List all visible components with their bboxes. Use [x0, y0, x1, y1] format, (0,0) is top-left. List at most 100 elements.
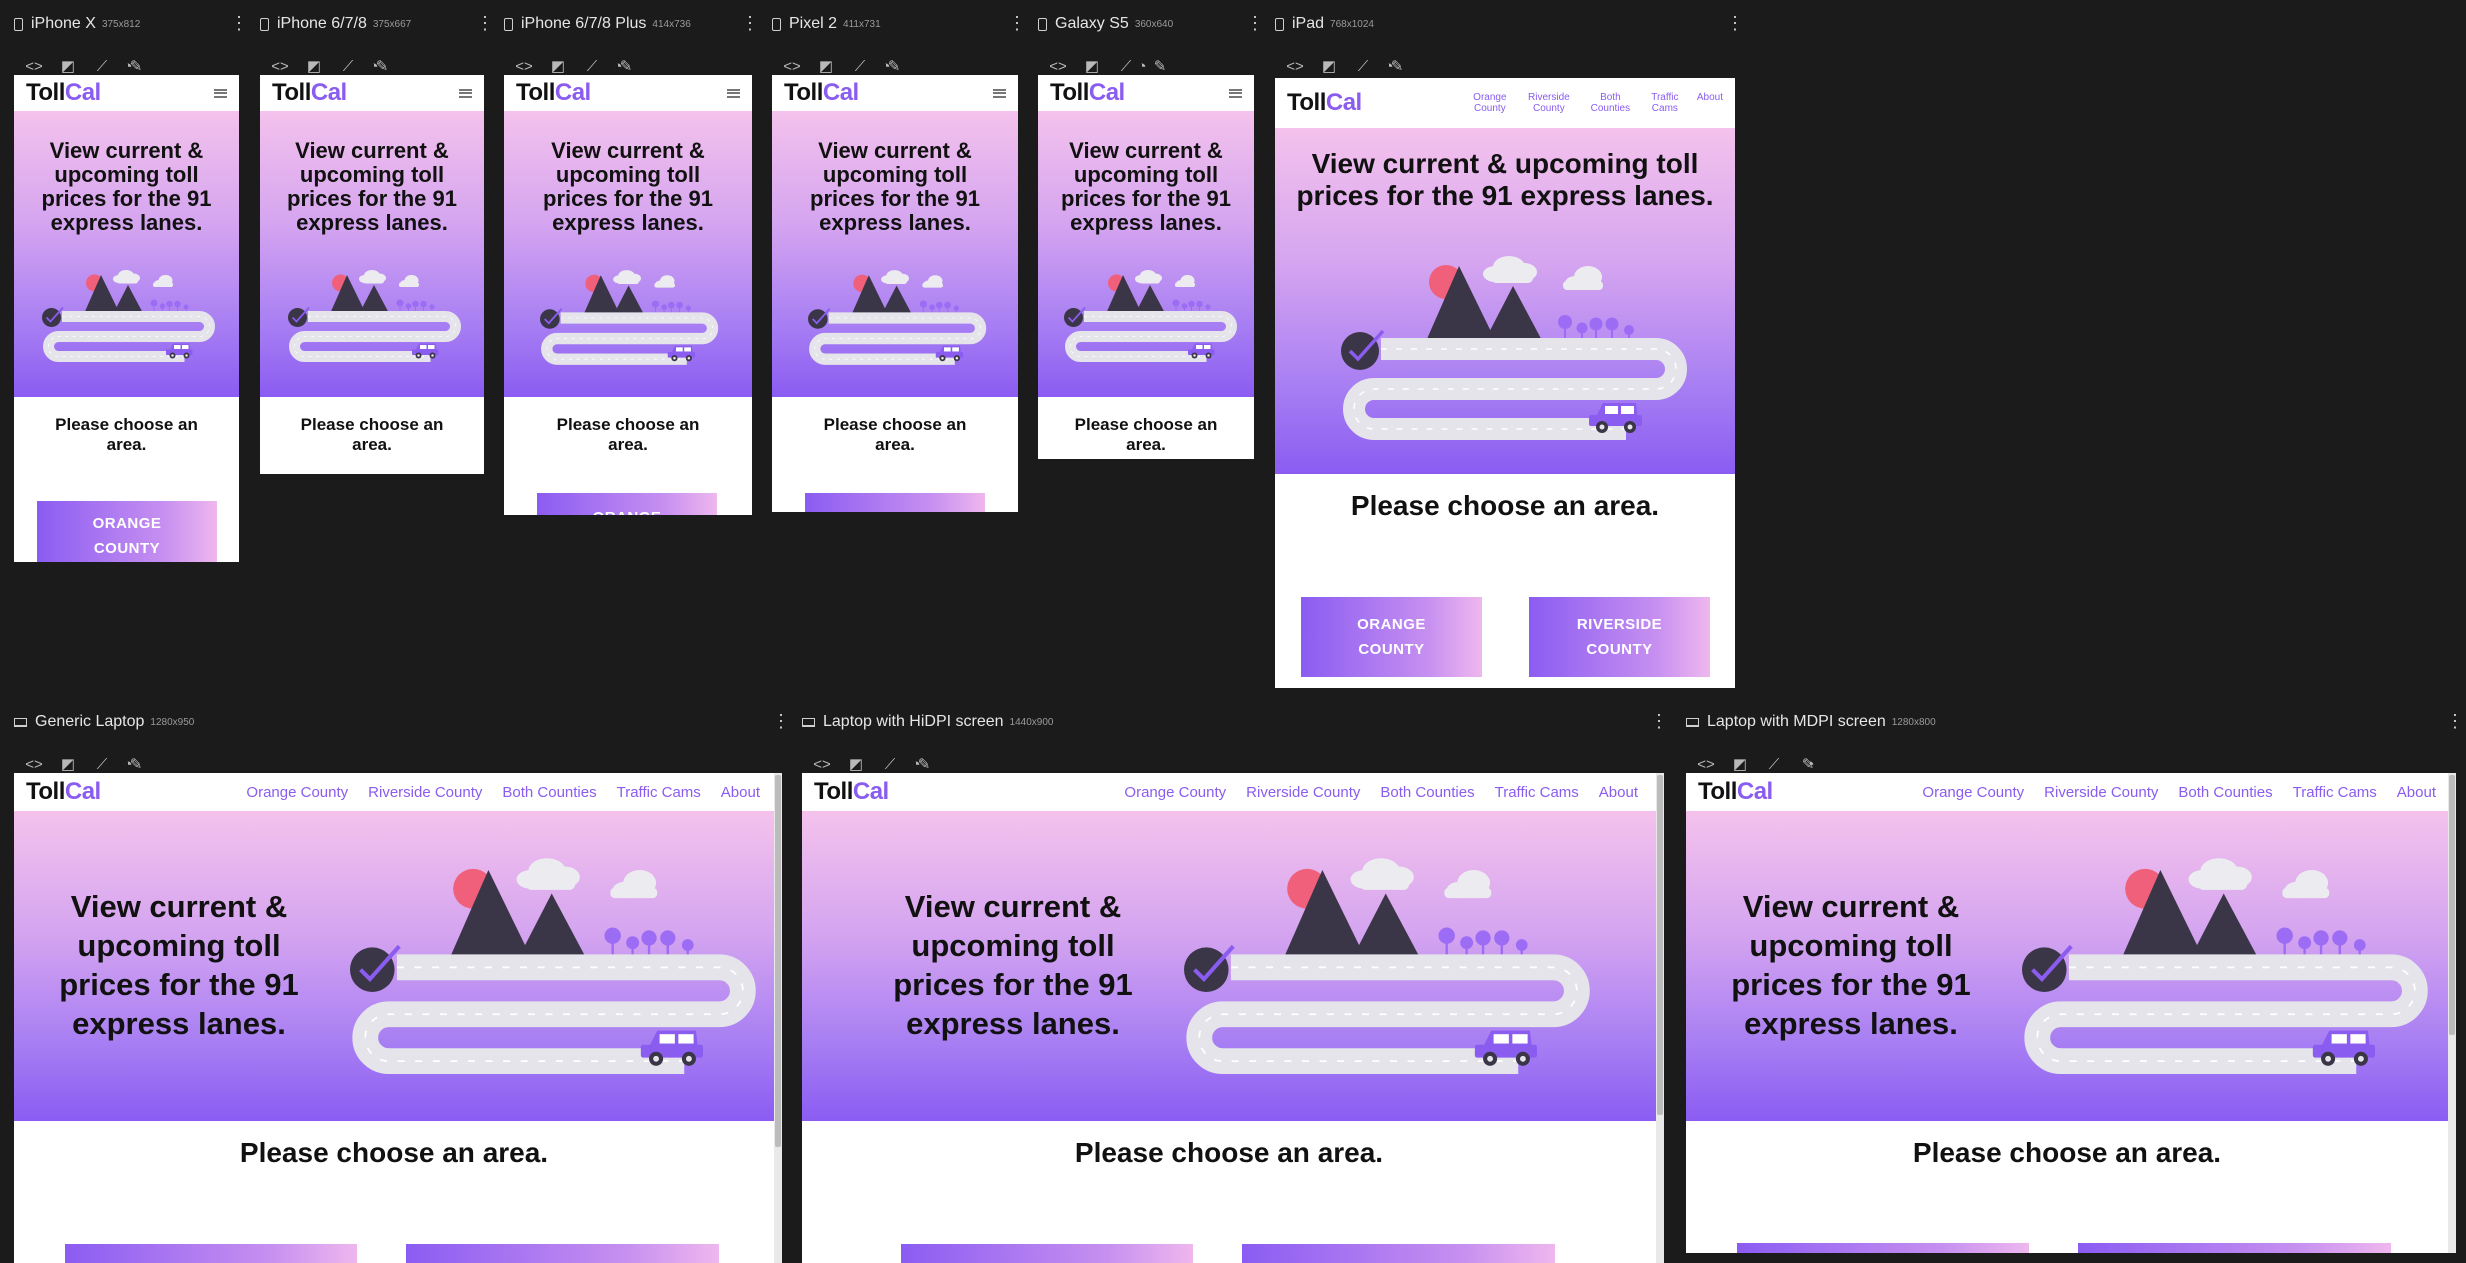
logo[interactable]: TollCal [26, 778, 101, 806]
eyedropper-icon[interactable]: ⟋ [92, 756, 112, 773]
screenshot-icon[interactable]: ◩ [304, 57, 324, 75]
nav-orange-county[interactable]: Orange County [1922, 784, 2024, 801]
logo[interactable]: TollCal [1287, 89, 1362, 117]
device-menu-icon[interactable] [1008, 14, 1012, 32]
nav-riverside-county[interactable]: Riverside County [368, 784, 482, 801]
code-icon[interactable]: <> [24, 756, 44, 773]
scrollbar-thumb[interactable] [775, 775, 781, 1147]
nav-about[interactable]: About [1599, 784, 1638, 801]
logo[interactable]: TollCal [1698, 778, 1773, 806]
nav-about[interactable]: About [2397, 784, 2436, 801]
eyedropper-icon[interactable]: ⟋ [1764, 756, 1784, 773]
nav-both-counties[interactable]: Both Counties [502, 784, 596, 801]
hamburger-menu-icon[interactable] [459, 88, 472, 98]
screenshot-icon[interactable]: ◩ [1730, 755, 1750, 773]
eyedropper-icon[interactable]: ⟋ [880, 756, 900, 773]
device-menu-icon[interactable] [230, 14, 234, 32]
riverside-county-button[interactable]: RIVERSIDE COUNTY [1529, 597, 1710, 677]
code-icon[interactable]: <> [1048, 58, 1068, 75]
nav-riverside-county[interactable]: Riverside County [1524, 92, 1574, 114]
riverside-county-button[interactable] [2078, 1243, 2391, 1253]
device-menu-icon[interactable] [1246, 14, 1250, 32]
nav-both-counties[interactable]: Both Counties [1588, 92, 1633, 114]
nav-traffic-cams[interactable]: Traffic Cams [1647, 92, 1683, 114]
logo[interactable]: TollCal [1050, 79, 1125, 107]
code-icon[interactable]: <> [514, 58, 534, 75]
code-icon[interactable]: <> [270, 58, 290, 75]
hamburger-menu-icon[interactable] [1229, 88, 1242, 98]
logo[interactable]: TollCal [784, 79, 859, 107]
device-menu-icon[interactable] [1726, 14, 1730, 32]
nav-orange-county[interactable]: Orange County [1470, 92, 1510, 114]
eyedropper-icon[interactable]: ⟋ [338, 58, 358, 75]
nav-traffic-cams[interactable]: Traffic Cams [2293, 784, 2377, 801]
nav-traffic-cams[interactable]: Traffic Cams [1495, 784, 1579, 801]
screenshot-icon[interactable]: ◩ [58, 57, 78, 75]
scrollbar[interactable] [1656, 773, 1664, 1263]
orange-county-button[interactable] [1737, 1243, 2029, 1253]
device-menu-icon[interactable] [2446, 712, 2450, 730]
code-icon[interactable]: <> [782, 58, 802, 75]
hamburger-menu-icon[interactable] [993, 88, 1006, 98]
device-viewport: TollCal Orange County Riverside County B… [802, 773, 1664, 1263]
scrollbar-thumb[interactable] [1657, 775, 1663, 1115]
eyedropper-icon[interactable]: ⟋ [582, 58, 602, 75]
riverside-county-button[interactable] [406, 1244, 719, 1263]
rotate-icon[interactable]: ◔ [876, 58, 896, 75]
edit-icon[interactable]: ✎ [1150, 57, 1170, 75]
eyedropper-icon[interactable]: ⟋ [850, 58, 870, 75]
rotate-icon[interactable]: ◔ [118, 756, 138, 773]
orange-county-button[interactable]: ORANGE COUNTY [37, 501, 217, 562]
site-header: TollCal Orange County Riverside County B… [802, 773, 1664, 811]
rotate-icon[interactable]: ◔ [1379, 58, 1399, 75]
screenshot-icon[interactable]: ◩ [846, 755, 866, 773]
scrollbar-thumb[interactable] [2449, 775, 2455, 1035]
rotate-icon[interactable]: ◔ [906, 756, 926, 773]
nav-riverside-county[interactable]: Riverside County [1246, 784, 1360, 801]
logo[interactable]: TollCal [272, 79, 347, 107]
screenshot-icon[interactable]: ◩ [548, 57, 568, 75]
nav-about[interactable]: About [1697, 92, 1723, 114]
nav-orange-county[interactable]: Orange County [246, 784, 348, 801]
riverside-county-button[interactable] [1242, 1244, 1555, 1263]
device-menu-icon[interactable] [741, 14, 745, 32]
nav-orange-county[interactable]: Orange County [1124, 784, 1226, 801]
code-icon[interactable]: <> [1696, 756, 1716, 773]
rotate-icon[interactable]: ◔ [1132, 58, 1152, 75]
screenshot-icon[interactable]: ◩ [816, 57, 836, 75]
orange-county-button[interactable]: ORANGE COUNTY [805, 493, 985, 512]
device-menu-icon[interactable] [476, 14, 480, 32]
nav-riverside-county[interactable]: Riverside County [2044, 784, 2158, 801]
code-icon[interactable]: <> [1285, 58, 1305, 75]
nav-about[interactable]: About [721, 784, 760, 801]
rotate-icon[interactable]: ◔ [364, 58, 384, 75]
orange-county-button[interactable]: ORANGE COUNTY [1301, 597, 1482, 677]
rotate-icon[interactable]: ◔ [1800, 756, 1820, 773]
device-menu-icon[interactable] [772, 712, 776, 730]
screenshot-icon[interactable]: ◩ [1319, 57, 1339, 75]
hamburger-menu-icon[interactable] [727, 88, 740, 98]
code-icon[interactable]: <> [24, 58, 44, 75]
rotate-icon[interactable]: ◔ [608, 58, 628, 75]
nav-traffic-cams[interactable]: Traffic Cams [617, 784, 701, 801]
screenshot-icon[interactable]: ◩ [58, 755, 78, 773]
screenshot-icon[interactable]: ◩ [1082, 57, 1102, 75]
nav-both-counties[interactable]: Both Counties [2178, 784, 2272, 801]
eyedropper-icon[interactable]: ⟋ [92, 58, 112, 75]
orange-county-button[interactable] [901, 1244, 1193, 1263]
hamburger-menu-icon[interactable] [214, 88, 227, 98]
logo[interactable]: TollCal [516, 79, 591, 107]
nav-both-counties[interactable]: Both Counties [1380, 784, 1474, 801]
eyedropper-icon[interactable]: ⟋ [1353, 58, 1373, 75]
scrollbar[interactable] [2448, 773, 2456, 1253]
device-toolbar: <> ◩ ⟋ ✎ ◔ [1275, 54, 1407, 78]
logo[interactable]: TollCal [26, 79, 101, 107]
logo[interactable]: TollCal [814, 778, 889, 806]
orange-county-button[interactable] [65, 1244, 357, 1263]
rotate-icon[interactable]: ◔ [118, 58, 138, 75]
code-icon[interactable]: <> [812, 756, 832, 773]
device-menu-icon[interactable] [1650, 712, 1654, 730]
choose-area-heading: Please choose an area. [1350, 490, 1660, 521]
scrollbar[interactable] [774, 773, 782, 1263]
orange-county-button[interactable]: ORANGE COUNTY [537, 493, 717, 515]
